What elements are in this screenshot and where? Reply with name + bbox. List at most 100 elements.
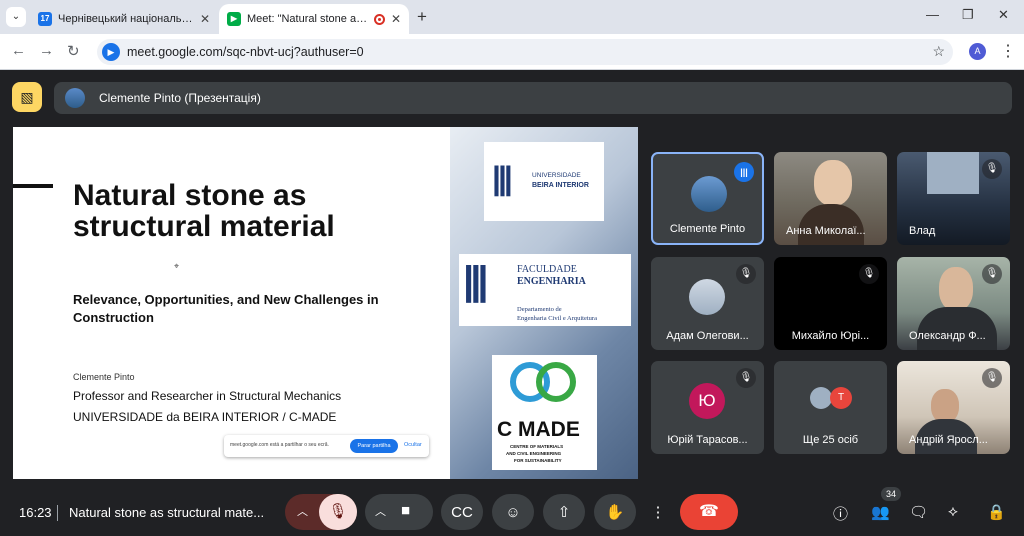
ubi-logo-mark: |||	[492, 160, 513, 196]
participant-tile[interactable]: 🎙 Андрій Яросл...	[897, 361, 1010, 454]
speaking-indicator-icon: |||	[734, 162, 754, 182]
cmade-ring-green	[536, 362, 576, 402]
participant-tile[interactable]: 🎙 Ю Юрій Тарасов...	[651, 361, 764, 454]
reload-icon[interactable]: ↻	[67, 42, 80, 60]
mic-off-icon: 🎙	[982, 264, 1002, 284]
participant-name: Андрій Яросл...	[909, 434, 988, 446]
mic-off-icon: 🎙	[859, 264, 879, 284]
participant-video-face	[931, 389, 959, 423]
site-info-icon[interactable]: ▶	[102, 43, 120, 61]
meeting-name: Natural stone as structural mate...	[69, 505, 265, 520]
meeting-info-icon[interactable]: ⓘ	[833, 503, 848, 524]
faculty-logo-mark: |||	[463, 259, 489, 303]
hide-notification-link[interactable]: Ocultar	[404, 442, 422, 448]
calendar-icon: 17	[38, 12, 52, 26]
participant-tile[interactable]: Анна Миколаї...	[774, 152, 887, 245]
meeting-time: 16:23	[19, 505, 52, 520]
camera-control: ︿ ■	[365, 494, 433, 530]
chevron-up-icon[interactable]: ︿	[375, 503, 386, 519]
emoji-button[interactable]: ☺	[492, 494, 534, 530]
cmade-subline3: FOR SUSTAINABILITY	[514, 458, 562, 463]
participant-video-body	[917, 307, 997, 350]
cmade-logo-text: C MADE	[497, 418, 580, 441]
cmade-logo-rings	[510, 362, 578, 402]
bookmark-star-icon[interactable]: ☆	[932, 43, 945, 60]
ubi-logo-line1: UNIVERSIDADE	[532, 172, 581, 179]
tab-strip: ⌄ 17 Чернівецький національний у ✕ ▶ Mee…	[0, 0, 1024, 34]
close-window-icon[interactable]: ✕	[998, 7, 1009, 23]
back-icon[interactable]: ←	[11, 42, 26, 59]
participant-tile[interactable]: 🎙 Адам Олегови...	[651, 257, 764, 350]
participant-avatar: Ю	[689, 383, 725, 419]
slide-author: Clemente Pinto	[73, 372, 135, 382]
participant-video-face	[939, 267, 973, 311]
more-participants-tile[interactable]: Т Ще 25 осіб	[774, 361, 887, 454]
participant-tile[interactable]: ||| Clemente Pinto	[651, 152, 764, 245]
slide-subtitle: Relevance, Opportunities, and New Challe…	[73, 292, 379, 325]
mic-off-button[interactable]: 🎙	[319, 494, 357, 530]
activities-icon[interactable]: ⟡	[948, 503, 958, 520]
camera-icon[interactable]: ■	[401, 502, 410, 519]
participant-avatar: Т	[830, 387, 852, 409]
presentation-icon[interactable]: ▧	[12, 82, 42, 112]
mic-off-icon: 🎙	[982, 368, 1002, 388]
participant-video-face	[814, 160, 852, 206]
sharing-notification: meet.google.com está a partilhar o seu e…	[224, 435, 429, 457]
stop-sharing-button[interactable]: Parar partilha	[350, 439, 398, 453]
mic-off-icon: 🎙	[982, 159, 1002, 179]
close-tab-icon[interactable]: ✕	[391, 12, 401, 26]
captions-button[interactable]: CC	[441, 494, 483, 530]
people-count-badge: 34	[881, 487, 901, 501]
raise-hand-button[interactable]: ✋	[594, 494, 636, 530]
tab-meet[interactable]: ▶ Meet: "Natural stone as struc ✕	[219, 4, 409, 34]
tab-university[interactable]: 17 Чернівецький національний у ✕	[30, 4, 218, 34]
profile-avatar[interactable]: A	[969, 43, 986, 60]
faculty-logo-line3: Departamento de	[517, 306, 562, 313]
shared-screen: Natural stone as structural material ⌖ R…	[13, 127, 638, 479]
participant-name: Олександр Ф...	[909, 330, 986, 342]
chevron-up-icon[interactable]: ︿	[297, 503, 308, 519]
ubi-logo-line2: BEIRA INTERIOR	[532, 182, 589, 189]
participant-name: Юрій Тарасов...	[667, 434, 748, 446]
participant-video-window	[927, 152, 979, 194]
participant-tile[interactable]: 🎙 Михайло Юрі...	[774, 257, 887, 350]
end-call-button[interactable]: ☎	[680, 494, 738, 530]
ubi-logo: ||| UNIVERSIDADE BEIRA INTERIOR	[484, 142, 604, 221]
participant-name: Влад	[909, 225, 936, 237]
recording-icon	[373, 13, 385, 25]
present-screen-button[interactable]: ⇧	[543, 494, 585, 530]
forward-icon[interactable]: →	[39, 42, 54, 59]
sharing-text: meet.google.com está a partilhar o seu e…	[230, 442, 329, 448]
participant-name: Адам Олегови...	[666, 330, 749, 342]
participant-avatar	[810, 387, 832, 409]
participant-tile[interactable]: 🎙 Влад	[897, 152, 1010, 245]
participant-tile[interactable]: 🎙 Олександр Ф...	[897, 257, 1010, 350]
browser-menu-icon[interactable]: ⋮	[1000, 41, 1016, 61]
participant-name: Анна Миколаї...	[786, 225, 866, 237]
faculty-logo-line4: Engenharia Civil e Arquitetura	[517, 315, 597, 322]
more-options-button[interactable]: ⋮	[645, 494, 671, 530]
people-icon[interactable]: 👥	[871, 503, 890, 521]
slide-organization: UNIVERSIDADE da BEIRA INTERIOR / C-MADE	[73, 410, 337, 424]
faculty-logo-line2: ENGENHARIA	[517, 276, 586, 287]
toolbar: ← → ↻ ▶ meet.google.com/sqc-nbvt-ucj?aut…	[0, 34, 1024, 70]
slide-accent-bar	[13, 184, 53, 188]
cmade-subline1: CENTRE OF MATERIALS	[510, 444, 564, 449]
host-controls-icon[interactable]: 🔒	[987, 503, 1006, 521]
restore-icon[interactable]: ❐	[962, 7, 974, 23]
minimize-icon[interactable]: —	[926, 7, 939, 22]
address-bar[interactable]: ▶ meet.google.com/sqc-nbvt-ucj?authuser=…	[97, 39, 953, 65]
divider	[57, 505, 58, 521]
close-tab-icon[interactable]: ✕	[200, 12, 210, 26]
chat-icon[interactable]: 🗨	[909, 503, 928, 521]
tab-title: Чернівецький національний у	[58, 13, 194, 25]
slide-role: Professor and Researcher in Structural M…	[73, 389, 342, 403]
faculty-logo-line1: FACULDADE	[517, 264, 577, 275]
new-tab-button[interactable]: +	[417, 7, 427, 27]
presenter-name: Clemente Pinto (Презентація)	[99, 91, 261, 105]
mouse-cursor-icon: ⌖	[174, 261, 180, 271]
tab-search-button[interactable]: ⌄	[6, 7, 26, 27]
mic-off-icon: 🎙	[736, 264, 756, 284]
more-participants-label: Ще 25 осіб	[802, 434, 859, 446]
tab-title: Meet: "Natural stone as struc	[247, 13, 368, 25]
